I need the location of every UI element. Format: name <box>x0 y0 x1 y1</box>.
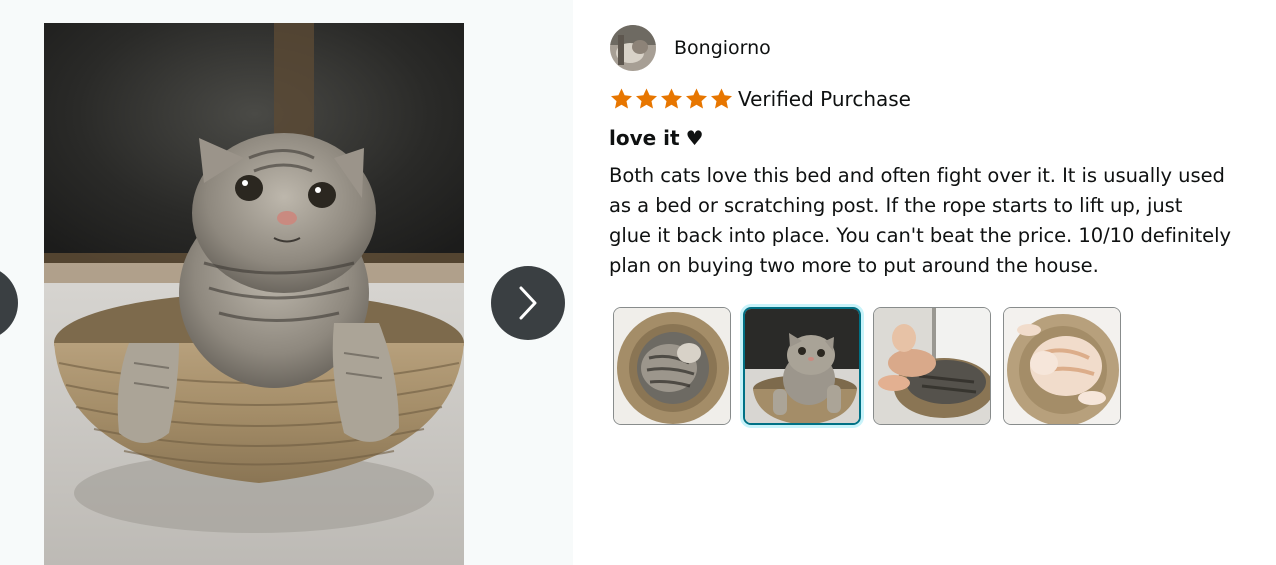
main-review-photo <box>44 23 464 565</box>
star-rating <box>609 87 734 111</box>
rating-row: Verified Purchase <box>609 84 1274 114</box>
star-icon <box>686 88 707 109</box>
review-body-line: glue it back into place. You can't beat … <box>609 224 1231 247</box>
review-body-line: as a bed or scratching post. If the rope… <box>609 194 1183 217</box>
star-icon <box>611 88 632 109</box>
thumb-cat-sitting-in-bed[interactable] <box>743 307 861 425</box>
star-icon <box>711 88 732 109</box>
review-pane: Bongiorno Verified Purchase love it ♥ Bo… <box>609 24 1274 425</box>
star-icon <box>661 88 682 109</box>
thumb-cat-curled-in-bed[interactable] <box>613 307 731 425</box>
verified-purchase-badge: Verified Purchase <box>738 87 911 111</box>
avatar[interactable] <box>610 25 656 71</box>
chevron-right-icon <box>517 286 539 320</box>
thumbnail-strip <box>613 307 1274 425</box>
review-media-dialog: Bongiorno Verified Purchase love it ♥ Bo… <box>0 0 1276 565</box>
review-title: love it ♥ <box>609 123 1274 153</box>
review-body: Both cats love this bed and often fight … <box>609 161 1274 281</box>
review-body-line: plan on buying two more to put around th… <box>609 254 1099 277</box>
star-icon <box>636 88 657 109</box>
heart-icon: ♥ <box>685 126 704 150</box>
review-body-line: Both cats love this bed and often fight … <box>609 164 1225 187</box>
thumb-orange-cat-sleeping[interactable] <box>1003 307 1121 425</box>
previous-image-button[interactable] <box>0 266 18 340</box>
review-title-text: love it <box>609 126 680 150</box>
reviewer-name[interactable]: Bongiorno <box>674 37 771 59</box>
thumb-cats-sleeping-window[interactable] <box>873 307 991 425</box>
image-viewer <box>0 0 573 565</box>
next-image-button[interactable] <box>491 266 565 340</box>
reviewer-profile[interactable]: Bongiorno <box>609 24 1274 72</box>
